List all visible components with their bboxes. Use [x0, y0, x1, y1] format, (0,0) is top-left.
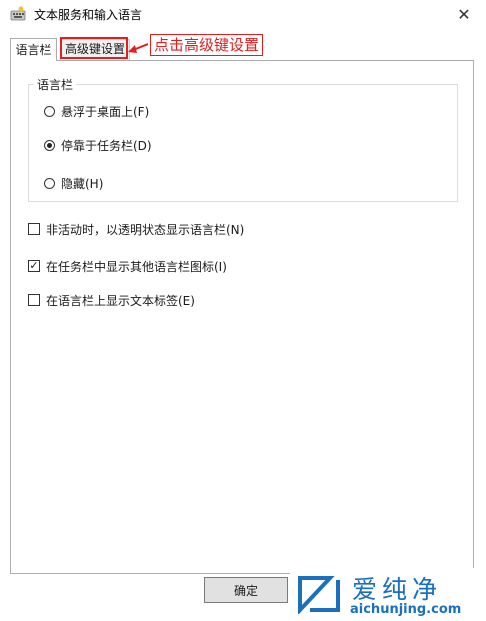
watermark-brand-text: 爱纯净 — [352, 575, 443, 604]
radio-label: 停靠于任务栏(D) — [61, 138, 152, 153]
radio-circle[interactable] — [44, 105, 55, 117]
site-watermark: 爱纯净 aichunjing.com — [290, 568, 486, 621]
checkbox-box[interactable] — [28, 223, 40, 235]
radio-float-desktop[interactable]: 悬浮于桌面上(F) — [44, 102, 149, 120]
checkbox-label: 非活动时，以透明状态显示语言栏(N) — [46, 222, 245, 237]
group-legend: 语言栏 — [34, 76, 77, 93]
close-button[interactable]: ✕ — [450, 2, 478, 26]
radio-label: 悬浮于桌面上(F) — [61, 104, 150, 119]
checkbox-show-text-labels[interactable]: 在语言栏上显示文本标签(E) — [28, 291, 195, 309]
watermark-url: aichunjing.com — [350, 602, 462, 617]
checkbox-box-checked[interactable]: ✓ — [28, 260, 40, 272]
checkbox-show-taskbar-icons[interactable]: ✓ 在任务栏中显示其他语言栏图标(I) — [28, 257, 227, 275]
annotation-arrow-icon — [128, 43, 148, 53]
radio-circle-checked[interactable] — [44, 139, 55, 151]
keyboard-app-icon — [10, 6, 26, 21]
radio-hidden[interactable]: 隐藏(H) — [44, 174, 103, 192]
radio-circle[interactable] — [44, 177, 55, 189]
checkbox-label: 在任务栏中显示其他语言栏图标(I) — [46, 259, 227, 274]
radio-dock-taskbar[interactable]: 停靠于任务栏(D) — [44, 136, 152, 154]
window-title: 文本服务和输入语言 — [34, 8, 143, 22]
ok-button[interactable]: 确定 — [204, 577, 288, 603]
radio-label: 隐藏(H) — [61, 176, 104, 191]
annotation-highlight-box — [60, 37, 128, 59]
annotation-text: 点击高级键设置 — [150, 34, 264, 56]
checkbox-box[interactable] — [28, 294, 40, 306]
checkbox-transparent-inactive[interactable]: 非活动时，以透明状态显示语言栏(N) — [28, 220, 244, 238]
watermark-logo-icon — [298, 576, 340, 614]
checkbox-label: 在语言栏上显示文本标签(E) — [46, 293, 195, 308]
title-bar: 文本服务和输入语言 ✕ — [0, 0, 486, 28]
tab-language-bar[interactable]: 语言栏 — [10, 38, 57, 61]
checkmark-icon: ✓ — [29, 259, 39, 272]
close-icon: ✕ — [457, 4, 471, 24]
